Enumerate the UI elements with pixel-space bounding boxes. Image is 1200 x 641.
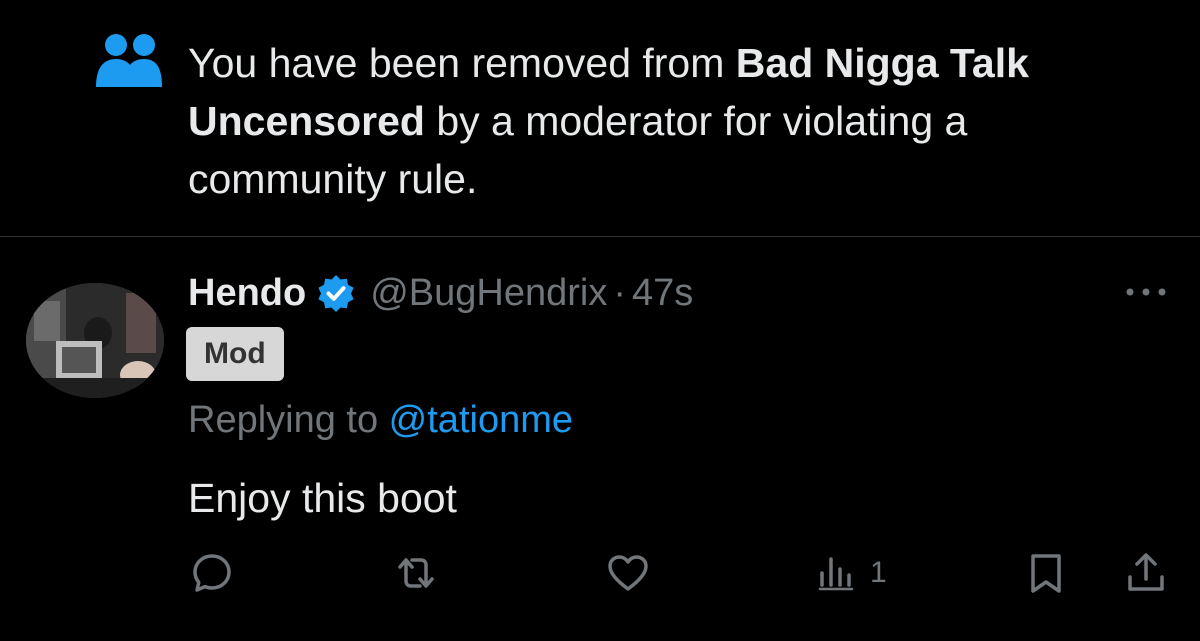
display-name[interactable]: Hendo [188, 272, 306, 315]
like-button[interactable] [606, 548, 650, 598]
views-count: 1 [870, 556, 887, 589]
tweet-text: Enjoy this boot [188, 475, 457, 521]
views-button[interactable]: 1 [816, 548, 887, 598]
bookmark-button[interactable] [1024, 548, 1068, 598]
divider [0, 236, 1200, 237]
views-icon [818, 557, 854, 591]
separator-dot: · [613, 271, 627, 314]
more-dots-icon[interactable] [1122, 282, 1170, 302]
verified-badge-icon [318, 275, 354, 312]
heart-icon [608, 555, 648, 591]
replying-label: Replying to [188, 399, 389, 441]
retweet-icon [398, 558, 434, 588]
timestamp[interactable]: 47s [632, 272, 693, 315]
community-removal-notice: You have been removed from Bad Nigga Tal… [0, 0, 1200, 236]
retweet-button[interactable] [394, 548, 438, 598]
share-button[interactable] [1124, 548, 1168, 598]
reply-button[interactable] [190, 548, 234, 598]
share-icon [1128, 553, 1164, 591]
notice-prefix: You have been removed from [188, 40, 736, 86]
mod-badge: Mod [186, 327, 284, 381]
bookmark-icon [1031, 554, 1061, 593]
user-handle[interactable]: @BugHendrix [370, 272, 607, 315]
people-icon [96, 34, 162, 87]
replying-to-line: Replying to @tationme [188, 394, 573, 446]
notice-message: You have been removed from Bad Nigga Tal… [188, 34, 1148, 208]
avatar[interactable] [26, 283, 164, 398]
tweet-header: Hendo @BugHendrix · 47s [188, 267, 693, 319]
reply-icon [193, 554, 231, 592]
replying-mention-link[interactable]: @tationme [389, 399, 573, 441]
